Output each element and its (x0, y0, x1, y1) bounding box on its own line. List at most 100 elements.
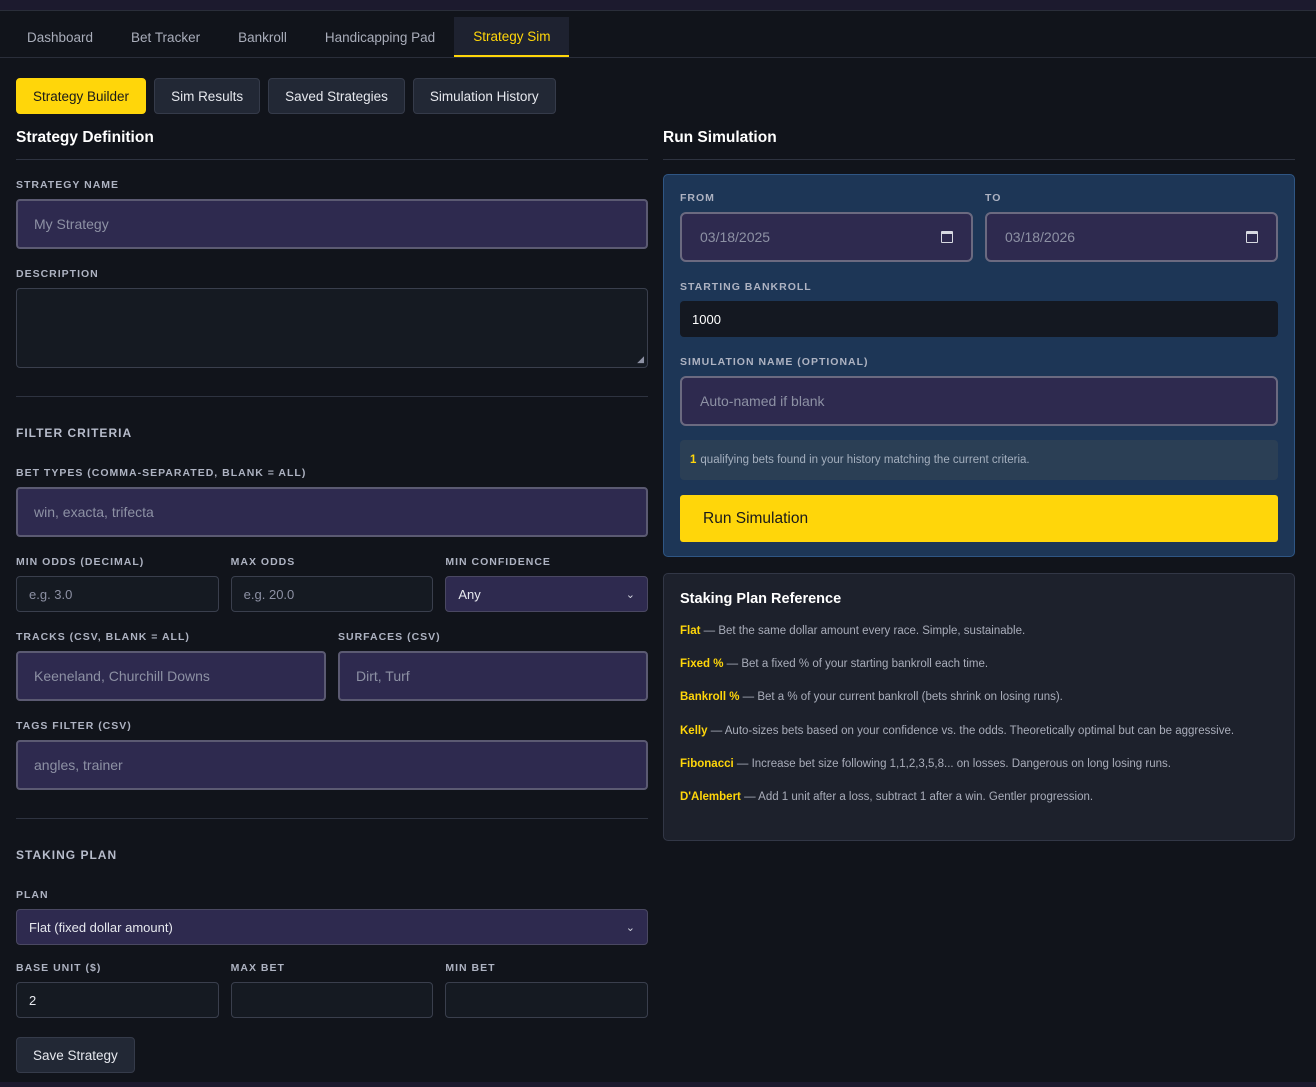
bet-size-row: BASE UNIT ($) 2 MAX BET MIN BET (16, 962, 649, 1018)
run-simulation-button[interactable]: Run Simulation (680, 495, 1278, 542)
bet-types-input[interactable]: win, exacta, trifecta (16, 487, 648, 537)
section-divider (16, 818, 648, 819)
simulation-name-input[interactable]: Auto-named if blank (680, 376, 1278, 426)
calendar-icon[interactable] (1246, 231, 1258, 243)
section-divider (663, 159, 1295, 160)
main-nav: Dashboard Bet Tracker Bankroll Handicapp… (8, 17, 570, 57)
subtab-simulation-history[interactable]: Simulation History (412, 78, 556, 114)
description-label: DESCRIPTION (16, 268, 99, 280)
resize-grip-icon[interactable]: ◢ (637, 354, 644, 365)
starting-bankroll-input[interactable]: 1000 (680, 301, 1278, 337)
reference-item: Bankroll % — Bet a % of your current ban… (680, 691, 1278, 724)
reference-item-desc: — Bet a % of your current bankroll (bets… (742, 691, 1063, 704)
tags-filter-input[interactable]: angles, trainer (16, 740, 648, 790)
tracks-label: TRACKS (CSV, BLANK = ALL) (16, 631, 190, 643)
min-confidence-label: MIN CONFIDENCE (445, 556, 551, 568)
tracks-placeholder: Keeneland, Churchill Downs (34, 668, 210, 684)
surfaces-placeholder: Dirt, Turf (356, 668, 410, 684)
tracks-row: TRACKS (CSV, BLANK = ALL) Keeneland, Chu… (16, 631, 648, 701)
reference-item-desc: — Increase bet size following 1,1,2,3,5,… (736, 757, 1171, 770)
max-odds-input[interactable]: e.g. 20.0 (230, 576, 434, 612)
reference-item: Flat — Bet the same dollar amount every … (680, 625, 1278, 658)
reference-item: Fibonacci — Increase bet size following … (680, 758, 1278, 791)
sub-nav: Strategy Builder Sim Results Saved Strat… (16, 78, 556, 114)
qualifying-bets-text: qualifying bets found in your history ma… (700, 454, 1030, 466)
reference-item-desc: — Auto-sizes bets based on your confiden… (710, 724, 1235, 737)
reference-item: D'Alembert — Add 1 unit after a loss, su… (680, 791, 1278, 824)
plan-select[interactable]: Flat (fixed dollar amount) ⌄ (16, 909, 648, 945)
plan-label: PLAN (16, 889, 49, 901)
app-container: Dashboard Bet Tracker Bankroll Handicapp… (0, 10, 1316, 1082)
tab-bet-tracker[interactable]: Bet Tracker (112, 17, 219, 57)
strategy-name-input[interactable]: My Strategy (16, 199, 648, 249)
calendar-icon[interactable] (941, 231, 953, 243)
window-bottom-strip (0, 1082, 1316, 1087)
reference-item-desc: — Add 1 unit after a loss, subtract 1 af… (744, 790, 1094, 803)
min-odds-label: MIN ODDS (DECIMAL) (16, 556, 145, 568)
reference-item-name: Fibonacci (680, 757, 734, 770)
tab-bankroll[interactable]: Bankroll (219, 17, 306, 57)
bet-types-label: BET TYPES (COMMA-SEPARATED, BLANK = ALL) (16, 467, 307, 479)
reference-item-desc: — Bet the same dollar amount every race.… (703, 625, 1026, 637)
tab-dashboard[interactable]: Dashboard (8, 17, 112, 57)
staking-plan-reference-panel: Staking Plan Reference Flat — Bet the sa… (663, 573, 1295, 841)
qualifying-bets-count: 1 (690, 454, 697, 466)
simulation-name-placeholder: Auto-named if blank (700, 393, 825, 409)
subtab-saved-strategies[interactable]: Saved Strategies (268, 78, 405, 114)
reference-item-name: Fixed % (680, 658, 724, 671)
run-simulation-label: Run Simulation (703, 509, 809, 527)
section-divider (16, 396, 648, 397)
tags-filter-placeholder: angles, trainer (34, 757, 123, 773)
staking-plan-heading: STAKING PLAN (16, 848, 118, 862)
subtab-sim-results[interactable]: Sim Results (154, 78, 261, 114)
starting-bankroll-label: STARTING BANKROLL (680, 281, 812, 293)
filter-criteria-heading: FILTER CRITERIA (16, 426, 133, 440)
base-unit-label: BASE UNIT ($) (16, 962, 102, 974)
to-date-input[interactable]: 03/18/2026 (985, 212, 1278, 262)
min-confidence-select[interactable]: Any ⌄ (445, 576, 649, 612)
section-divider (16, 159, 648, 160)
tracks-input[interactable]: Keeneland, Churchill Downs (16, 651, 326, 701)
staking-plan-reference-title: Staking Plan Reference (680, 591, 842, 607)
strategy-definition-column: Strategy Definition STRATEGY NAME My Str… (16, 129, 649, 1073)
min-odds-placeholder: e.g. 3.0 (29, 586, 73, 602)
run-simulation-column: Run Simulation FROM 03/18/2025 TO 03/18/… (663, 129, 1295, 841)
to-date-value: 03/18/2026 (1005, 229, 1076, 245)
surfaces-input[interactable]: Dirt, Turf (338, 651, 648, 701)
odds-row: MIN ODDS (DECIMAL) e.g. 3.0 MAX ODDS e.g… (16, 556, 649, 612)
chevron-down-icon: ⌄ (625, 921, 635, 934)
reference-item: Fixed % — Bet a fixed % of your starting… (680, 658, 1278, 691)
date-range-row: FROM 03/18/2025 TO 03/18/2026 (680, 192, 1278, 262)
base-unit-input[interactable]: 2 (16, 982, 219, 1018)
reference-item-name: Flat (680, 625, 701, 637)
subtab-strategy-builder[interactable]: Strategy Builder (16, 78, 147, 114)
simulation-name-label: SIMULATION NAME (OPTIONAL) (680, 356, 869, 368)
strategy-definition-title: Strategy Definition (16, 129, 154, 146)
run-simulation-title: Run Simulation (663, 129, 777, 146)
plan-value: Flat (fixed dollar amount) (29, 919, 173, 935)
description-textarea[interactable]: ◢ (16, 288, 648, 368)
tab-handicapping-pad[interactable]: Handicapping Pad (306, 17, 454, 57)
base-unit-value: 2 (29, 992, 37, 1008)
simulation-panel: FROM 03/18/2025 TO 03/18/2026 STARTING B… (663, 174, 1295, 557)
min-bet-input[interactable] (445, 982, 649, 1018)
chevron-down-icon: ⌄ (625, 588, 636, 601)
min-odds-input[interactable]: e.g. 3.0 (16, 576, 219, 612)
tab-strategy-sim[interactable]: Strategy Sim (454, 17, 570, 57)
max-odds-label: MAX ODDS (230, 556, 296, 568)
reference-item: Kelly — Auto-sizes bets based on your co… (680, 725, 1278, 758)
save-strategy-button[interactable]: Save Strategy (16, 1037, 135, 1073)
window-top-strip (0, 0, 1316, 10)
min-confidence-value: Any (458, 586, 481, 602)
tags-filter-label: TAGS FILTER (CSV) (16, 720, 132, 732)
surfaces-label: SURFACES (CSV) (338, 631, 441, 643)
to-label: TO (985, 192, 1002, 204)
max-bet-input[interactable] (230, 982, 434, 1018)
from-date-input[interactable]: 03/18/2025 (680, 212, 973, 262)
reference-item-name: Bankroll % (680, 691, 740, 704)
strategy-name-label: STRATEGY NAME (16, 179, 120, 191)
min-bet-label: MIN BET (445, 962, 496, 974)
max-odds-placeholder: e.g. 20.0 (243, 586, 295, 602)
from-date-value: 03/18/2025 (700, 229, 771, 245)
from-label: FROM (680, 192, 715, 204)
